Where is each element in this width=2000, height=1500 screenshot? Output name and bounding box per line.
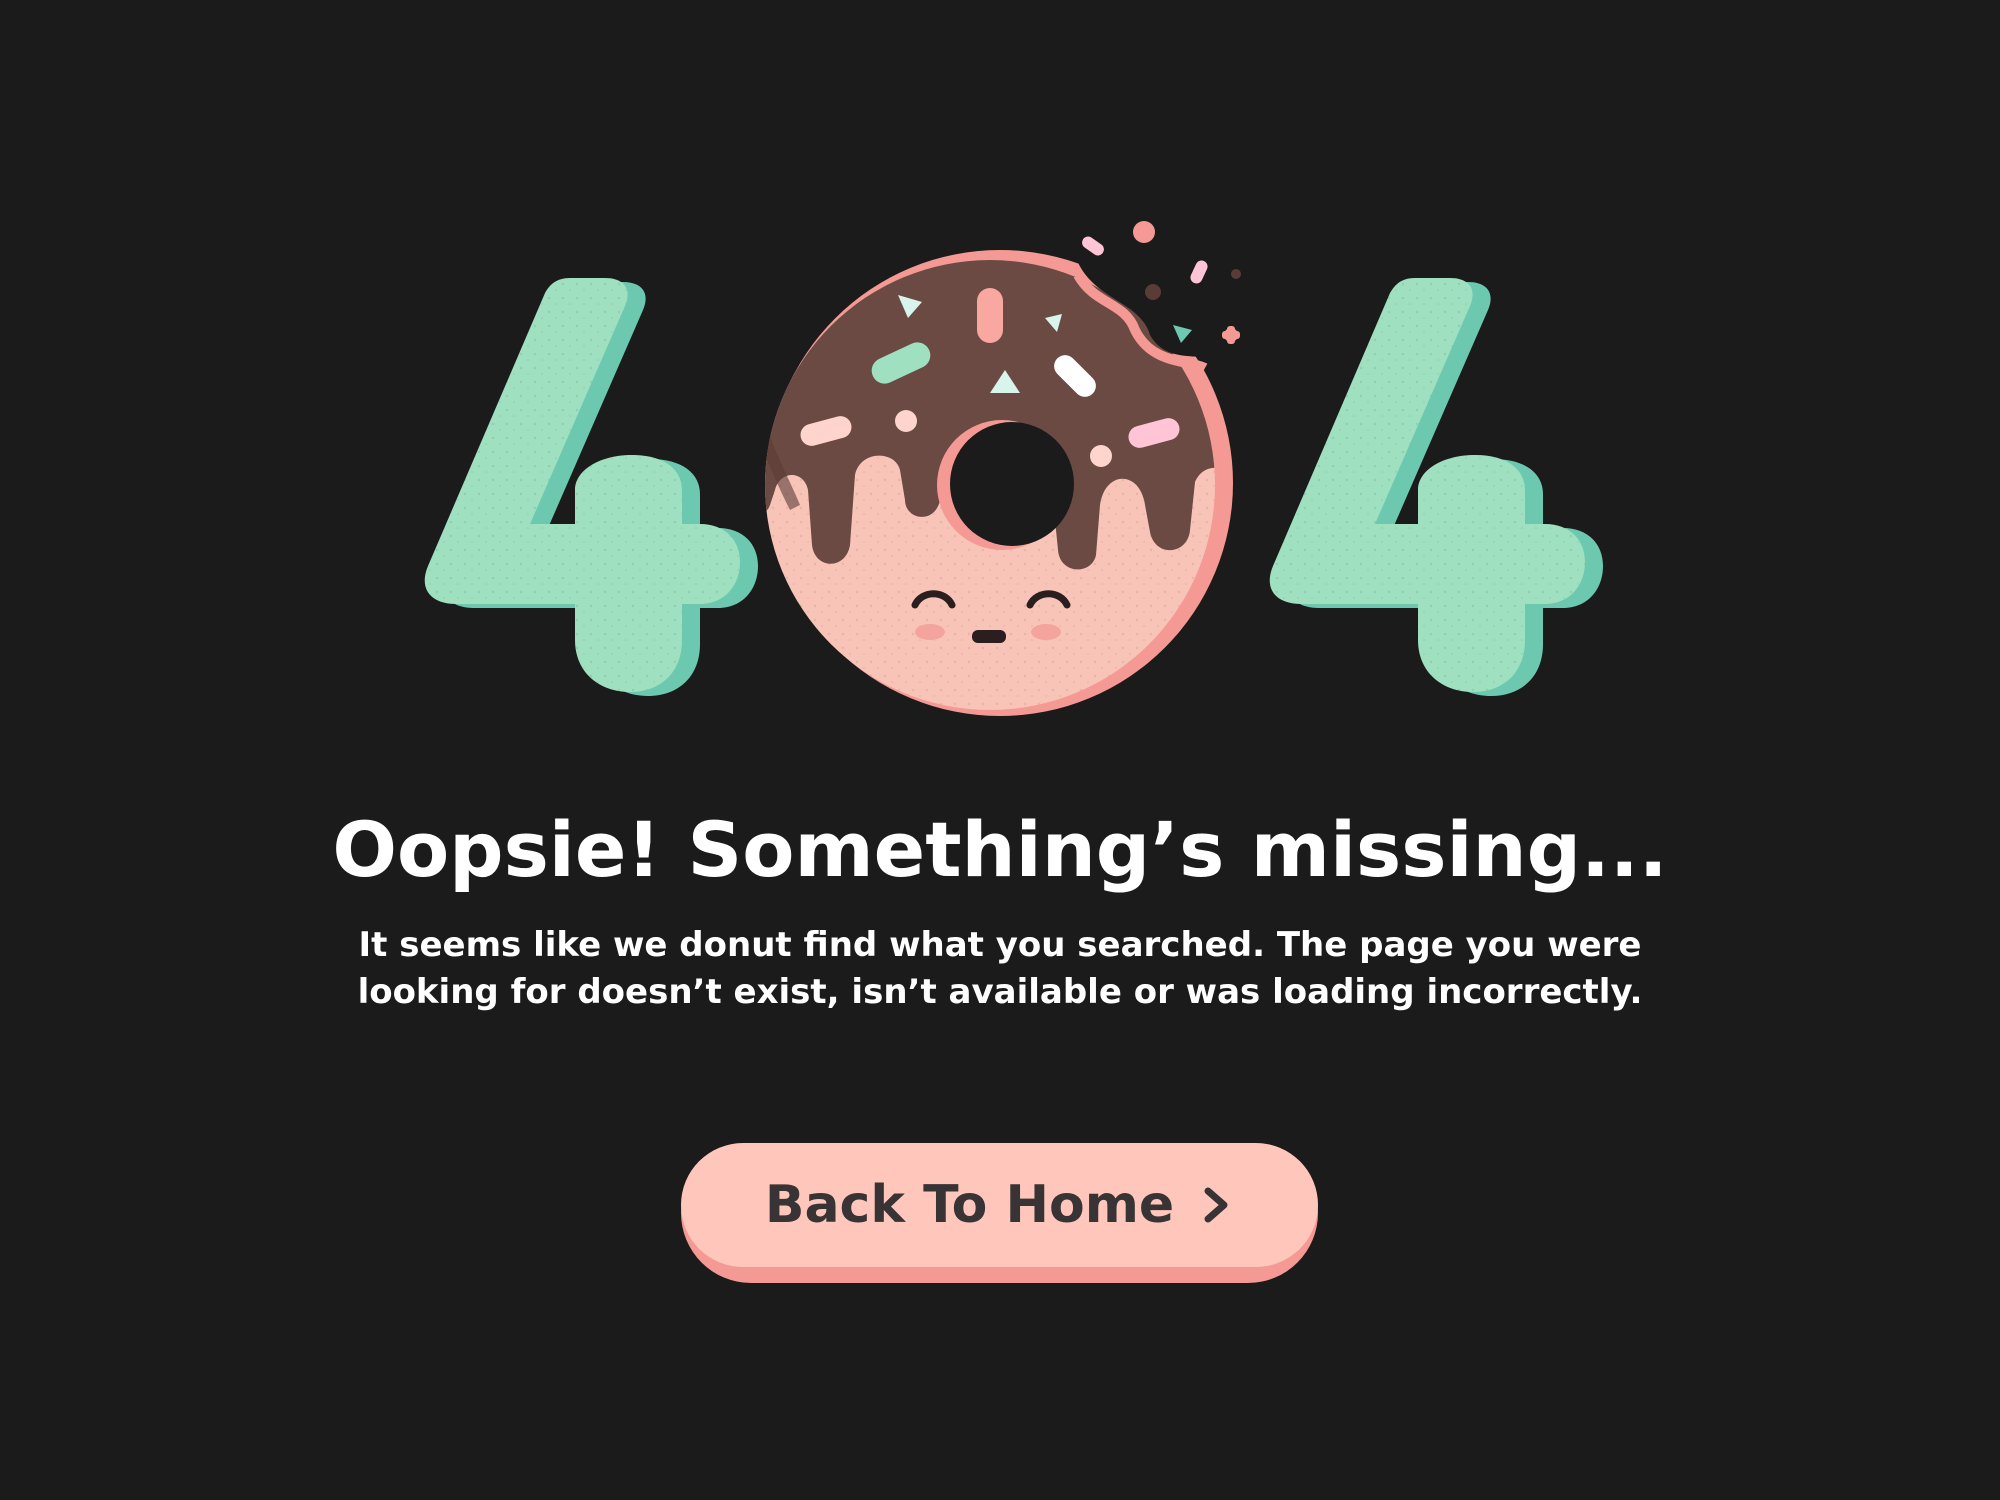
error-headline: Oopsie! Something’s missing... [332, 805, 1668, 894]
error-page: Oopsie! Something’s missing... It seems … [0, 0, 2000, 1500]
chevron-right-icon [1204, 1187, 1228, 1223]
error-message: It seems like we donut find what you sea… [0, 922, 2000, 1016]
back-to-home-label: Back To Home [764, 1175, 1175, 1235]
right-digit-four [1269, 278, 1603, 696]
error-message-line-1: It seems like we donut find what you sea… [358, 925, 1642, 965]
donut-graphic [765, 220, 1260, 716]
back-to-home-button[interactable]: Back To Home [681, 1143, 1318, 1283]
error-message-line-2: looking for doesn’t exist, isn’t availab… [357, 972, 1643, 1012]
404-illustration [424, 220, 1603, 716]
back-to-home-button-face[interactable]: Back To Home [681, 1143, 1318, 1267]
left-digit-four [424, 278, 758, 696]
